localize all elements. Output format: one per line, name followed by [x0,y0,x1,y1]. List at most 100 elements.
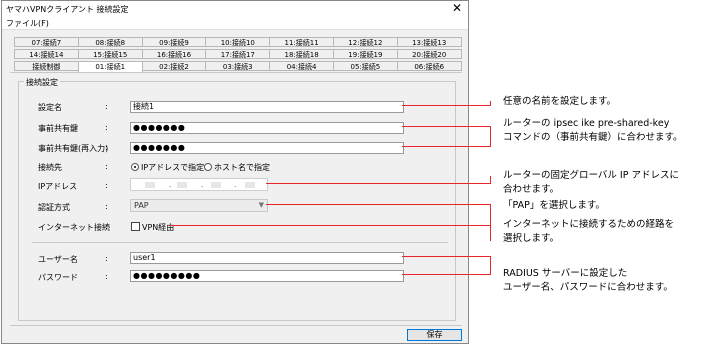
window-title: ヤマハVPNクライアント 接続設定 [6,5,129,14]
callout-line [490,204,491,241]
annotation-text: ルーターの ipsec ike pre-shared-key [503,118,670,129]
password-field[interactable]: ●●●●●●●●● [130,270,404,282]
radio-ip-address-label: IPアドレスで指定 [141,163,205,172]
tab-0-1[interactable]: 08:接続8 [77,37,143,47]
tab-1-0[interactable]: 14:接続14 [14,49,79,59]
psk-label: 事前共有鍵 [38,124,78,133]
ip-octet-masked [245,182,255,188]
tab-0-0[interactable]: 07:接続7 [14,37,79,47]
callout-line [402,146,490,147]
destination-label: 接続先 [38,163,62,172]
callout-line [170,225,490,226]
name-field[interactable]: 接続1 [130,101,404,113]
annotation-text: インターネットに接続するための経路を [503,219,675,230]
annotation-text: ユーザー名、パスワードに合わせます。 [503,282,673,293]
tab-0-4[interactable]: 11:接続11 [269,37,334,47]
password-label: パスワード [38,273,78,282]
tab-1-3[interactable]: 17:接続17 [205,49,271,59]
vpn-route-checkbox[interactable] [131,222,140,231]
colon: : [105,272,108,281]
ip-separator: . [234,180,237,189]
annotation-name: 任意の名前を設定します。 [503,95,616,109]
tab-1-4[interactable]: 18:接続18 [269,49,334,59]
radio-hostname[interactable] [204,163,212,171]
annotation-auth: 「PAP」を選択します。 [503,199,605,213]
username-field[interactable]: user1 [130,252,404,264]
auth-method-value: PAP [134,201,149,210]
tab-2-4[interactable]: 04:接続4 [269,61,334,71]
vpn-settings-window: ヤマハVPNクライアント 接続設定 ✕ ファイル(F) 07:接続7 08:接続8… [1,0,469,344]
name-label: 設定名 [38,103,62,112]
psk-confirm-label: 事前共有鍵(再入力) [38,144,109,153]
ip-address-field[interactable]: . . . [130,178,268,191]
annotation-text: 任意の名前を設定します。 [503,96,617,107]
auth-label: 認証方式 [38,203,70,212]
tab-1-2[interactable]: 16:接続16 [141,49,207,59]
tab-0-5[interactable]: 12:接続12 [333,37,398,47]
colon: : [105,254,108,263]
tab-2-6[interactable]: 06:接続6 [396,61,462,71]
close-icon[interactable]: ✕ [450,1,464,15]
ip-separator: . [169,180,172,189]
annotation-text: コマンドの（事前共有鍵）に合わせます。 [503,132,683,143]
vpn-route-label: VPN経由 [142,223,175,232]
auth-method-select[interactable]: PAP ▼ [130,199,268,212]
tab-2-0[interactable]: 接続制御 [14,61,79,71]
ip-separator: . [201,180,204,189]
tab-2-1[interactable]: 01:接続1 [77,61,143,72]
menu-file[interactable]: ファイル(F) [6,18,49,29]
annotation-psk: ルーターの ipsec ike pre-shared-key コマンドの（事前共… [503,117,683,145]
tab-1-1[interactable]: 15:接続15 [77,49,143,59]
save-button[interactable]: 保存 [407,329,462,341]
callout-line [266,204,490,205]
psk-field[interactable]: ●●●●●●● [130,122,404,134]
annotation-text: 「PAP」を選択します。 [503,200,605,211]
tab-2-3[interactable]: 03:接続3 [205,61,271,71]
group-title: 接続設定 [24,77,60,88]
tab-0-2[interactable]: 09:接続9 [141,37,207,47]
annotation-text: 選択します。 [503,233,560,244]
tab-2-2[interactable]: 02:接続2 [141,61,207,71]
callout-line [402,105,490,106]
radio-ip-address[interactable] [131,163,139,171]
callout-line [402,256,490,257]
ip-octet-masked [211,182,221,188]
title-bar: ヤマハVPNクライアント 接続設定 ✕ [2,1,468,16]
annotation-radius: RADIUS サーバーに設定した ユーザー名、パスワードに合わせます。 [503,267,673,295]
colon: : [105,202,108,211]
chevron-down-icon: ▼ [258,201,264,209]
tab-1-5[interactable]: 19:接続19 [333,49,398,59]
menu-bar: ファイル(F) [2,16,468,30]
annotation-ip: ルーターの固定グローバル IP アドレスに 合わせます。 [503,169,679,197]
annotation-text: RADIUS サーバーに設定した [503,268,628,279]
panel-bottom [10,325,462,326]
callout-line [490,176,491,184]
tab-1-6[interactable]: 20:接続20 [396,49,462,59]
colon: : [105,123,108,132]
internet-label: インターネット接続 [38,223,110,232]
colon: : [105,181,108,190]
tab-panel-top [10,72,462,73]
psk-confirm-field[interactable]: ●●●●●●● [130,142,404,154]
callout-line [402,126,490,127]
ip-octet-masked [177,182,187,188]
callout-line [266,183,490,184]
divider [32,242,448,243]
radio-hostname-label: ホスト名で指定 [214,163,270,172]
username-label: ユーザー名 [38,255,78,264]
tab-0-6[interactable]: 13:接続13 [396,37,462,47]
callout-line [490,256,491,275]
colon: : [105,222,108,231]
callout-line [490,101,491,106]
colon: : [105,102,108,111]
tab-0-3[interactable]: 10:接続10 [205,37,271,47]
ip-label: IPアドレス [38,182,78,191]
tab-2-5[interactable]: 05:接続5 [333,61,398,71]
annotation-text: 合わせます。 [503,184,560,195]
callout-line [490,126,491,147]
annotation-text: ルーターの固定グローバル IP アドレスに [503,170,679,181]
annotation-internet: インターネットに接続するための経路を 選択します。 [503,218,674,246]
ip-octet-masked [145,182,155,188]
colon: : [105,162,108,171]
callout-line [402,274,490,275]
